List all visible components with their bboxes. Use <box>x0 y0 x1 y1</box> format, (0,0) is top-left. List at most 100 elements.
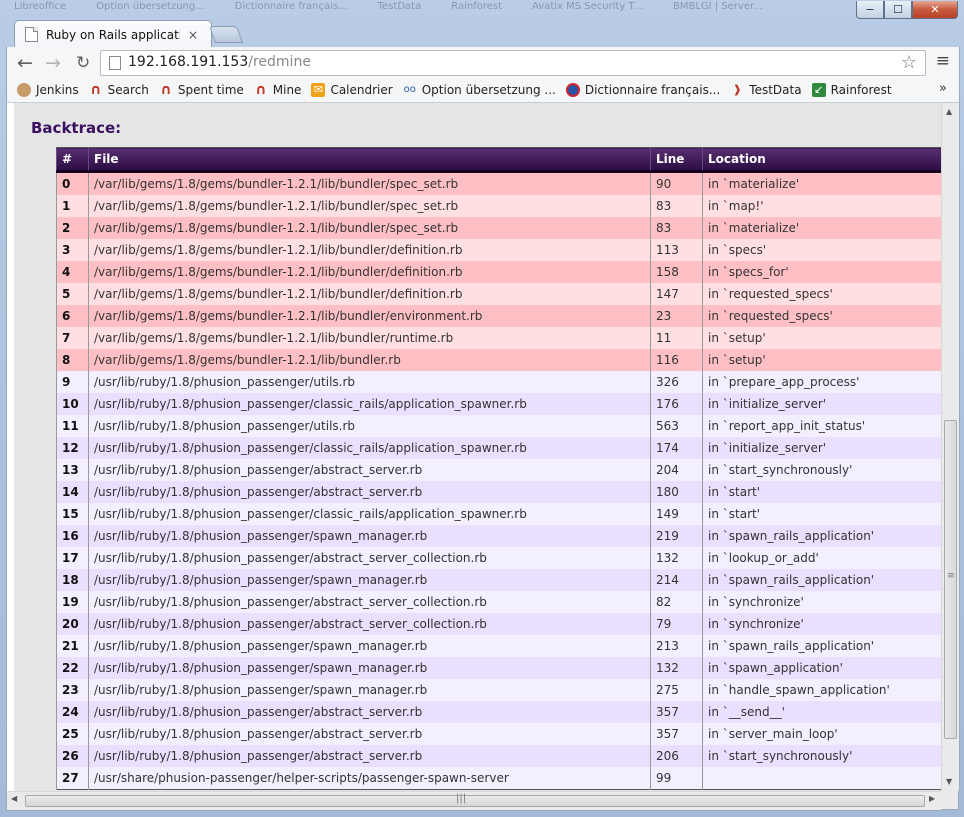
cell-line: 213 <box>650 635 703 657</box>
url-path: /redmine <box>248 54 311 70</box>
cell-line: 79 <box>650 613 703 635</box>
cell-location: in `specs' <box>702 239 942 261</box>
cell-line: 214 <box>650 569 703 591</box>
background-tab[interactable]: Dictionnaire français... <box>221 0 358 12</box>
cell-number: 23 <box>56 679 89 701</box>
background-tab[interactable]: Option übersetzung... <box>82 0 215 12</box>
cell-file: /var/lib/gems/1.8/gems/bundler-1.2.1/lib… <box>88 261 651 283</box>
cell-number: 26 <box>56 745 89 767</box>
tab-close-icon[interactable]: × <box>188 28 198 42</box>
cell-number: 1 <box>56 195 89 217</box>
menu-icon[interactable]: ≡ <box>936 51 950 71</box>
background-tab[interactable]: TestData <box>364 0 432 12</box>
bookmark-item[interactable]: ↙ Rainforest <box>811 83 892 97</box>
horizontal-scrollbar[interactable]: ◀ ||| ▶ <box>6 791 942 811</box>
bookmark-star-icon[interactable]: ☆ <box>901 52 917 73</box>
grip-icon: ||| <box>456 793 467 804</box>
cell-location: in `setup' <box>702 349 942 371</box>
cell-line: 326 <box>650 371 703 393</box>
bookmark-item[interactable]: oo Option übersetzung ... <box>403 83 556 97</box>
horizontal-scroll-thumb[interactable]: ||| <box>25 793 925 807</box>
bookmark-item[interactable]: ∩ Spent time <box>159 83 244 97</box>
address-bar[interactable]: 192.168.191.153/redmine ☆ <box>100 50 926 76</box>
cell-location: in `requested_specs' <box>702 283 942 305</box>
cell-line: 275 <box>650 679 703 701</box>
cell-line: 206 <box>650 745 703 767</box>
url-text[interactable]: 192.168.191.153/redmine <box>128 54 311 70</box>
minimize-button[interactable]: − <box>856 1 884 19</box>
cell-location: in `synchronize' <box>702 613 942 635</box>
cell-file: /usr/lib/ruby/1.8/phusion_passenger/clas… <box>88 437 651 459</box>
bookmark-label: Search <box>107 83 149 97</box>
back-arrow-icon[interactable]: ← <box>17 52 33 74</box>
reload-icon[interactable]: ↻ <box>76 53 90 73</box>
cell-number: 14 <box>56 481 89 503</box>
bookmark-item[interactable]: ✉ Calendrier <box>311 83 393 97</box>
cell-file: /var/lib/gems/1.8/gems/bundler-1.2.1/lib… <box>88 171 651 195</box>
cell-location: in `setup' <box>702 327 942 349</box>
cell-number: 10 <box>56 393 89 415</box>
table-row: 0/var/lib/gems/1.8/gems/bundler-1.2.1/li… <box>56 171 942 195</box>
column-header-file: File <box>88 147 651 173</box>
maximize-button[interactable]: ☐ <box>884 1 912 19</box>
cell-line: 180 <box>650 481 703 503</box>
cell-file: /usr/lib/ruby/1.8/phusion_passenger/abst… <box>88 613 651 635</box>
cell-location: in `start' <box>702 481 942 503</box>
cell-number: 6 <box>56 305 89 327</box>
bookmarks-bar: Jenkins ∩ Search ∩ Spent time ∩ Mine ✉ Calendrie… <box>6 78 960 103</box>
close-window-button[interactable]: ✕ <box>912 1 958 19</box>
cell-number: 19 <box>56 591 89 613</box>
cell-number: 12 <box>56 437 89 459</box>
table-row: 23/usr/lib/ruby/1.8/phusion_passenger/sp… <box>56 679 942 701</box>
scroll-left-arrow-icon[interactable]: ◀ <box>11 794 17 803</box>
column-header-location: Location <box>702 147 942 173</box>
scroll-right-arrow-icon[interactable]: ▶ <box>929 794 935 803</box>
cell-number: 22 <box>56 657 89 679</box>
scroll-down-arrow-icon[interactable]: ▼ <box>946 777 952 786</box>
page-icon <box>109 56 121 70</box>
bookmark-item[interactable]: Jenkins <box>17 83 79 97</box>
background-tab[interactable]: BMBLGI | Server... <box>659 0 773 12</box>
table-row: 15/usr/lib/ruby/1.8/phusion_passenger/cl… <box>56 503 942 525</box>
cell-number: 2 <box>56 217 89 239</box>
cell-file: /usr/lib/ruby/1.8/phusion_passenger/abst… <box>88 745 651 767</box>
active-tab[interactable]: Ruby on Rails application × <box>14 20 212 48</box>
table-row: 19/usr/lib/ruby/1.8/phusion_passenger/ab… <box>56 591 942 613</box>
cell-number: 27 <box>56 767 89 790</box>
table-row: 18/usr/lib/ruby/1.8/phusion_passenger/sp… <box>56 569 942 591</box>
table-row: 1/var/lib/gems/1.8/gems/bundler-1.2.1/li… <box>56 195 942 217</box>
bookmark-label: TestData <box>749 83 802 97</box>
bookmark-item[interactable]: ∩ Search <box>89 83 149 97</box>
forward-arrow-icon[interactable]: → <box>45 52 61 74</box>
cell-file: /usr/lib/ruby/1.8/phusion_passenger/clas… <box>88 393 651 415</box>
new-tab-button[interactable] <box>208 26 244 43</box>
background-tab[interactable]: Rainforest <box>437 0 512 12</box>
bookmark-label: Spent time <box>177 83 244 97</box>
cell-number: 17 <box>56 547 89 569</box>
scrollbar-corner <box>941 791 959 810</box>
cell-number: 8 <box>56 349 89 371</box>
bookmark-label: Option übersetzung ... <box>421 83 556 97</box>
background-tab[interactable]: Libreoffice <box>0 0 76 12</box>
cell-line: 83 <box>650 217 703 239</box>
cell-line: 23 <box>650 305 703 327</box>
cell-file: /var/lib/gems/1.8/gems/bundler-1.2.1/lib… <box>88 239 651 261</box>
bookmarks-overflow-icon[interactable]: » <box>939 81 947 96</box>
cell-line: 563 <box>650 415 703 437</box>
scroll-up-arrow-icon[interactable]: ▲ <box>946 107 952 116</box>
cell-line: 11 <box>650 327 703 349</box>
cell-file: /usr/lib/ruby/1.8/phusion_passenger/clas… <box>88 503 651 525</box>
cell-file: /var/lib/gems/1.8/gems/bundler-1.2.1/lib… <box>88 327 651 349</box>
page-content: Backtrace: # File Line Location 0/var/li… <box>14 103 942 791</box>
background-tab[interactable]: Avatix MS Security T... <box>518 0 653 12</box>
cell-file: /usr/lib/ruby/1.8/phusion_passenger/abst… <box>88 547 651 569</box>
vertical-scroll-thumb[interactable]: ≡ <box>944 420 957 739</box>
cell-file: /usr/lib/ruby/1.8/phusion_passenger/spaw… <box>88 679 651 701</box>
bookmark-item[interactable]: Dictionnaire français... <box>565 83 720 97</box>
bookmark-label: Calendrier <box>330 83 393 97</box>
bookmark-item[interactable]: ❱ TestData <box>730 83 802 97</box>
cell-file: /var/lib/gems/1.8/gems/bundler-1.2.1/lib… <box>88 217 651 239</box>
cell-file: /usr/lib/ruby/1.8/phusion_passenger/abst… <box>88 459 651 481</box>
vertical-scrollbar[interactable]: ▲ ≡ ▼ <box>941 103 960 791</box>
bookmark-item[interactable]: ∩ Mine <box>254 83 301 97</box>
